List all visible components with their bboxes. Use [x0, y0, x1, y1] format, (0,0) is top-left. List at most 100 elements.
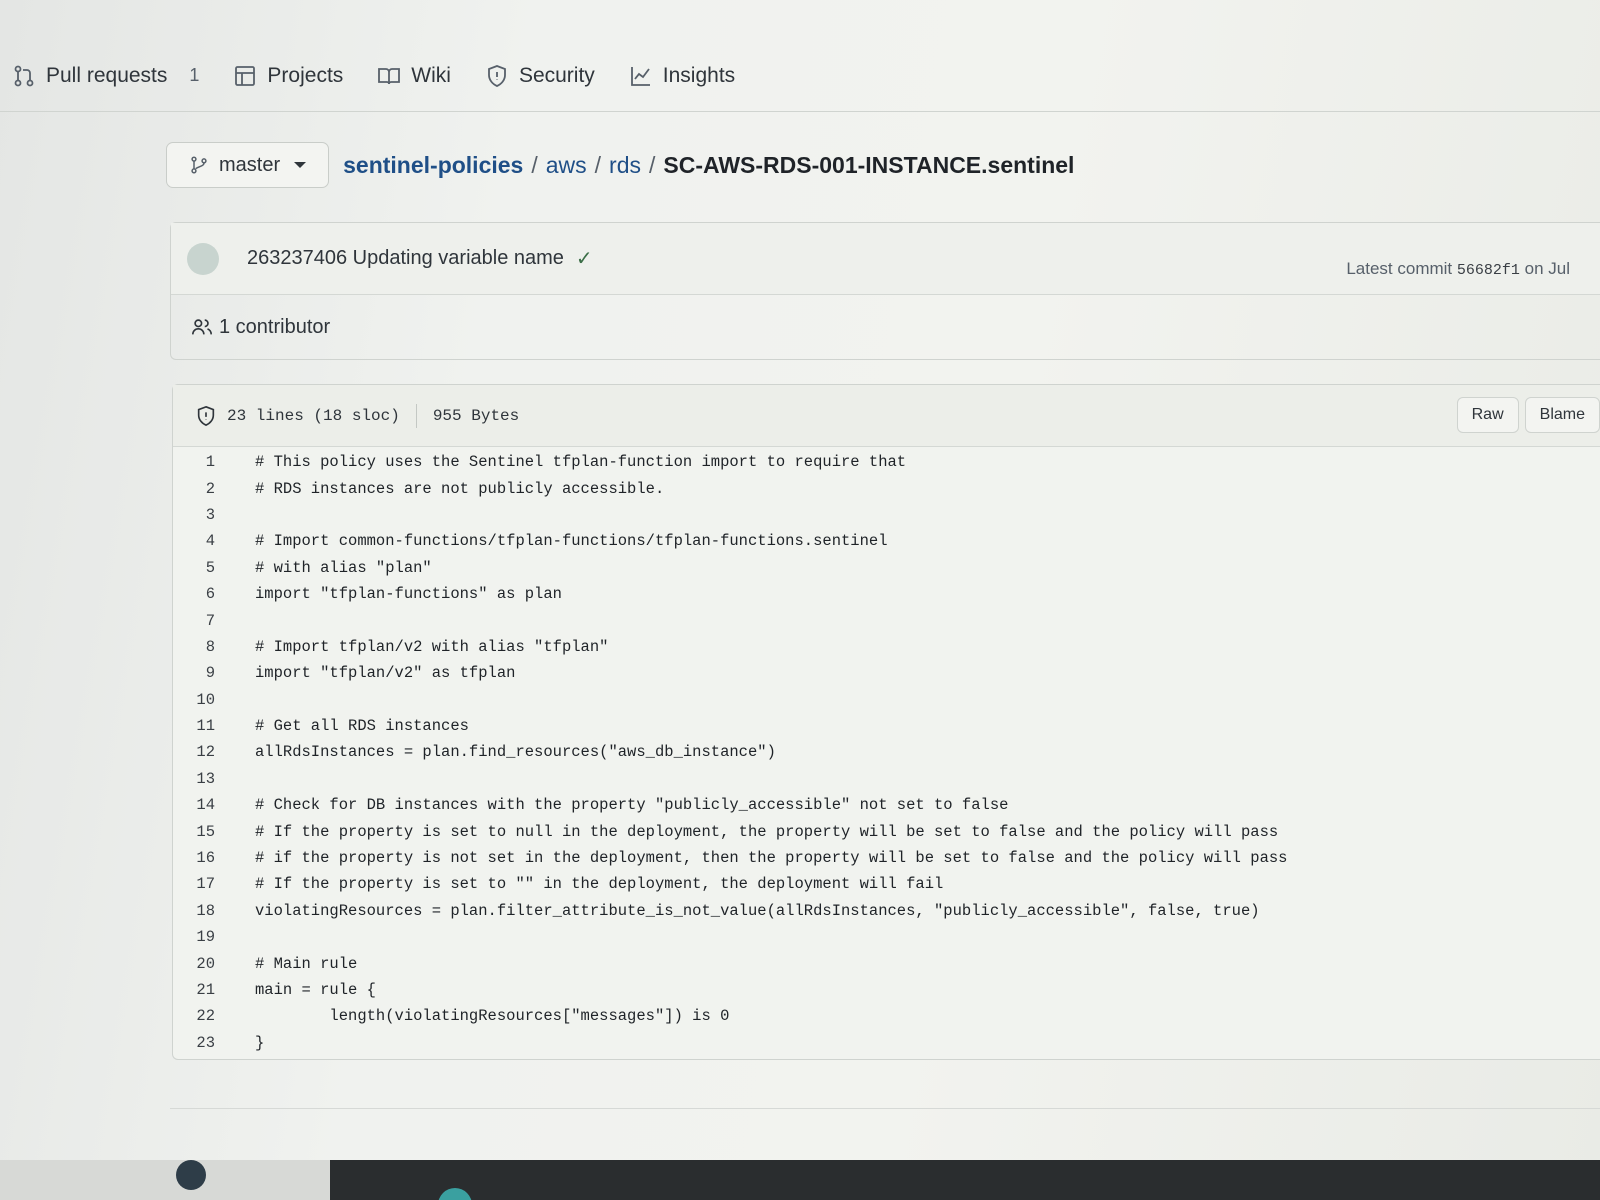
latest-commit-info: Latest commit 56682f1 on Jul	[1346, 259, 1570, 279]
line-number[interactable]: 13	[173, 770, 235, 788]
tab-pull-requests[interactable]: Pull requests 1	[12, 64, 199, 88]
line-number[interactable]: 20	[173, 955, 235, 973]
commit-box: 263237406 Updating variable name ✓ Lates…	[170, 222, 1600, 360]
code-line: 21 main = rule {	[173, 977, 1600, 1003]
raw-button[interactable]: Raw	[1456, 397, 1519, 433]
people-icon	[192, 319, 212, 335]
line-content: main = rule {	[255, 981, 376, 999]
line-number[interactable]: 17	[173, 875, 235, 893]
line-number[interactable]: 2	[173, 480, 235, 498]
code-line: 4 # Import common-functions/tfplan-functi…	[173, 528, 1600, 554]
line-content: }	[255, 1033, 265, 1052]
line-number[interactable]: 14	[173, 796, 235, 814]
latest-commit-bar: 263237406 Updating variable name ✓ Lates…	[171, 223, 1600, 295]
check-icon[interactable]: ✓	[576, 246, 593, 271]
graph-icon	[630, 66, 650, 86]
line-number[interactable]: 5	[173, 559, 235, 577]
latest-commit-label: Latest commit	[1346, 259, 1453, 278]
code-line: 16 # if the property is not set in the de…	[173, 845, 1600, 871]
tab-label: Projects	[267, 63, 344, 87]
breadcrumb-repo-link[interactable]: sentinel-policies	[343, 152, 523, 179]
code-line: 8 # Import tfplan/v2 with alias "tfplan"	[173, 634, 1600, 660]
tab-security[interactable]: Security	[485, 64, 595, 88]
code-line: 12 allRdsInstances = plan.find_resources(…	[173, 739, 1600, 765]
code-line: 9 import "tfplan/v2" as tfplan	[173, 660, 1600, 686]
tab-wiki[interactable]: Wiki	[377, 64, 451, 88]
repo-nav: Pull requests 1 Projects Wiki Security I…	[0, 40, 1600, 112]
line-content: # with alias "plan"	[255, 558, 432, 577]
pull-requests-count: 1	[189, 65, 200, 85]
table-icon	[235, 65, 256, 86]
file-actions: Raw Blame	[1456, 397, 1600, 433]
line-content: allRdsInstances = plan.find_resources("a…	[255, 743, 776, 762]
line-content: length(violatingResources["messages"]) i…	[255, 1007, 730, 1026]
line-number[interactable]: 19	[173, 928, 235, 946]
breadcrumb-aws-link[interactable]: aws	[546, 152, 587, 179]
line-number[interactable]: 21	[173, 981, 235, 999]
shield-icon	[488, 64, 506, 87]
line-content: # Get all RDS instances	[255, 717, 469, 736]
line-content: # Import tfplan/v2 with alias "tfplan"	[255, 637, 609, 656]
code-line: 11 # Get all RDS instances	[173, 713, 1600, 739]
line-number[interactable]: 16	[173, 849, 235, 867]
breadcrumb-rds-link[interactable]: rds	[609, 152, 641, 179]
code-line: 20 # Main rule	[173, 950, 1600, 976]
chevron-down-icon	[294, 162, 307, 168]
line-number[interactable]: 23	[173, 1034, 235, 1052]
breadcrumb-current-file: SC-AWS-RDS-001-INSTANCE.sentinel	[663, 151, 1075, 178]
code-line: 2 # RDS instances are not publicly access…	[173, 475, 1600, 501]
line-number[interactable]: 15	[173, 823, 235, 841]
line-number[interactable]: 3	[173, 506, 235, 524]
tab-label: Security	[518, 63, 595, 87]
line-number[interactable]: 11	[173, 717, 235, 735]
divider	[415, 403, 417, 428]
commit-message[interactable]: 263237406 Updating variable name	[247, 247, 564, 270]
line-number[interactable]: 6	[173, 585, 235, 603]
code-line: 5 # with alias "plan"	[173, 555, 1600, 581]
code-line: 22 length(violatingResources["messages"]…	[173, 1003, 1600, 1029]
code-line: 14 # Check for DB instances with the prop…	[173, 792, 1600, 818]
line-number[interactable]: 9	[173, 664, 235, 682]
avatar[interactable]	[187, 242, 219, 275]
file-line-count: 23 lines (18 sloc)	[227, 406, 400, 425]
line-number[interactable]: 12	[173, 743, 235, 761]
line-content: import "tfplan-functions" as plan	[255, 585, 562, 604]
commit-sha-link[interactable]: 56682f1	[1457, 262, 1520, 279]
file-size: 955 Bytes	[432, 406, 520, 425]
contributors-row[interactable]: 1 contributor	[171, 295, 1600, 359]
git-branch-icon	[191, 156, 207, 174]
line-content: # Import common-functions/tfplan-functio…	[255, 532, 888, 551]
code-line: 3	[173, 502, 1600, 528]
line-content: # RDS instances are not publicly accessi…	[255, 479, 665, 498]
line-content: # if the property is not set in the depl…	[255, 849, 1288, 868]
tab-label: Insights	[662, 63, 736, 87]
breadcrumb-separator: /	[531, 151, 538, 178]
code-line: 23}	[173, 1030, 1600, 1056]
line-number[interactable]: 8	[173, 638, 235, 656]
screen: Pull requests 1 Projects Wiki Security I…	[0, 0, 1600, 1200]
code-line: 6 import "tfplan-functions" as plan	[173, 581, 1600, 607]
line-content: # Check for DB instances with the proper…	[255, 796, 1009, 815]
line-number[interactable]: 7	[173, 612, 235, 630]
line-content: # If the property is set to "" in the de…	[255, 875, 944, 894]
line-number[interactable]: 4	[173, 532, 235, 550]
line-number[interactable]: 18	[173, 902, 235, 920]
line-number[interactable]: 1	[173, 453, 235, 471]
code-line: 19	[173, 924, 1600, 950]
tab-projects[interactable]: Projects	[233, 64, 343, 88]
divider	[170, 1108, 1600, 1109]
code-line: 10	[173, 687, 1600, 713]
code-line: 1 # This policy uses the Sentinel tfplan-…	[173, 449, 1600, 475]
tab-insights[interactable]: Insights	[629, 64, 735, 88]
pull-request-icon	[14, 65, 34, 86]
blame-button[interactable]: Blame	[1524, 397, 1600, 433]
file-viewer: 23 lines (18 sloc) 955 Bytes Raw Blame 1…	[172, 384, 1600, 1060]
avatar	[176, 1160, 206, 1190]
code-line: 13	[173, 766, 1600, 792]
file-header: 23 lines (18 sloc) 955 Bytes Raw Blame	[173, 385, 1600, 447]
branch-selector[interactable]: master	[166, 142, 330, 188]
book-icon	[378, 67, 401, 84]
taskbar-left-area	[0, 1160, 330, 1200]
line-number[interactable]: 22	[173, 1007, 235, 1025]
line-number[interactable]: 10	[173, 691, 235, 709]
